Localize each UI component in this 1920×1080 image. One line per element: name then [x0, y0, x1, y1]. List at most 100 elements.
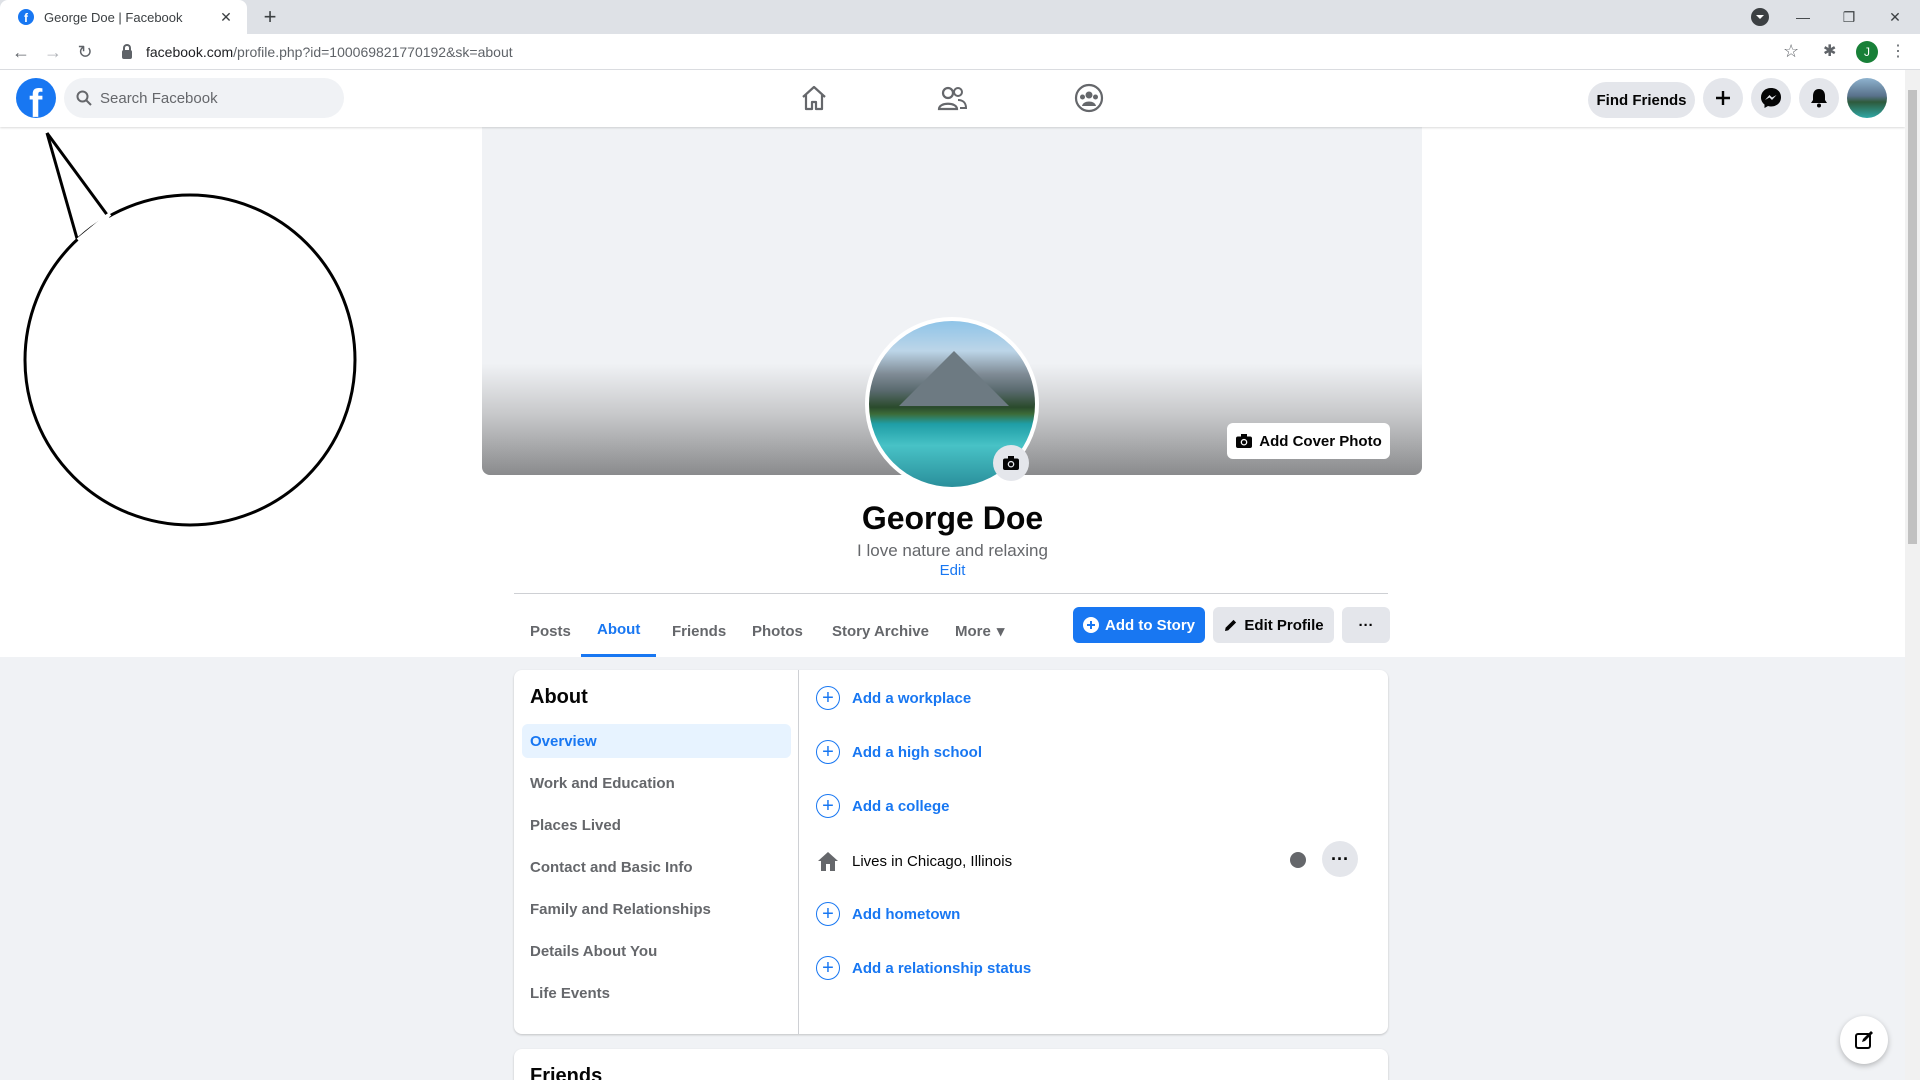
profile-bio: I love nature and relaxing: [857, 541, 1048, 560]
url-path: /profile.php?id=100069821770192&sk=about: [233, 44, 513, 60]
globe-icon[interactable]: [1290, 852, 1306, 868]
search-icon: [76, 90, 92, 106]
extensions-icon[interactable]: ✱: [1823, 41, 1836, 61]
update-profile-picture-button[interactable]: [993, 445, 1029, 481]
plus-circle-icon: +: [816, 794, 840, 818]
camera-icon: [1236, 434, 1253, 448]
tab-about[interactable]: About: [581, 605, 657, 657]
friends-section-title: Friends: [530, 1065, 603, 1080]
mountain-shape: [899, 351, 1009, 406]
edit-bio-link[interactable]: Edit: [0, 562, 1905, 579]
minimize-button[interactable]: —: [1780, 0, 1826, 34]
facebook-header: f Find Friends: [0, 70, 1905, 127]
tab-search-icon[interactable]: [1751, 8, 1769, 26]
add-relationship-link[interactable]: Add a relationship status: [852, 960, 1031, 977]
url-domain: facebook.com: [146, 44, 234, 60]
browser-menu-icon[interactable]: ⋮: [1890, 41, 1906, 61]
house-icon: [818, 852, 838, 871]
tab-story-archive[interactable]: Story Archive: [832, 605, 929, 657]
search-input[interactable]: [100, 89, 320, 107]
about-nav-overview[interactable]: Overview: [522, 724, 791, 758]
address-bar[interactable]: facebook.com/profile.php?id=100069821770…: [110, 38, 1796, 66]
plus-circle-icon: +: [816, 686, 840, 710]
add-cover-photo-label: Add Cover Photo: [1259, 432, 1382, 450]
lives-in-text: Lives in Chicago, Illinois: [852, 853, 1012, 870]
about-nav-places-lived[interactable]: Places Lived: [522, 808, 791, 842]
reload-icon[interactable]: ↻: [73, 40, 97, 64]
lives-in-city[interactable]: Chicago, Illinois: [907, 853, 1012, 870]
add-hometown-row[interactable]: + Add hometown: [816, 896, 960, 932]
add-to-story-label: Add to Story: [1105, 616, 1195, 634]
add-high-school-link[interactable]: Add a high school: [852, 744, 982, 761]
add-workplace-link[interactable]: Add a workplace: [852, 690, 971, 707]
tab-photos[interactable]: Photos: [752, 605, 803, 657]
about-nav-details[interactable]: Details About You: [522, 934, 791, 968]
profile-options-button[interactable]: ···: [1342, 607, 1390, 643]
tab-friends[interactable]: Friends: [672, 605, 726, 657]
add-cover-photo-button[interactable]: Add Cover Photo: [1227, 423, 1390, 459]
url-text: facebook.com/profile.php?id=100069821770…: [146, 44, 513, 60]
plus-circle-icon: +: [816, 956, 840, 980]
back-icon[interactable]: ←: [9, 40, 33, 64]
notifications-button[interactable]: [1799, 78, 1839, 118]
tab-title: George Doe | Facebook: [44, 9, 183, 25]
forward-icon[interactable]: →: [41, 40, 65, 64]
bookmark-star-icon[interactable]: ☆: [1783, 41, 1799, 62]
browser-tab[interactable]: f George Doe | Facebook ✕: [0, 0, 247, 34]
about-title: About: [530, 686, 588, 708]
about-nav-contact-info[interactable]: Contact and Basic Info: [522, 850, 791, 884]
facebook-favicon-icon: f: [18, 9, 34, 25]
account-avatar[interactable]: [1847, 78, 1887, 118]
plus-icon: [1716, 91, 1730, 105]
about-nav-work-education[interactable]: Work and Education: [522, 766, 791, 800]
camera-icon: [1003, 456, 1019, 470]
plus-circle-icon: +: [816, 740, 840, 764]
logo-letter: f: [29, 82, 43, 118]
new-message-button[interactable]: [1840, 1016, 1888, 1064]
messenger-button[interactable]: [1751, 78, 1791, 118]
lives-in-row: Lives in Chicago, Illinois: [816, 843, 1012, 879]
add-hometown-link[interactable]: Add hometown: [852, 906, 960, 923]
tab-more-label: More: [955, 622, 991, 640]
browser-toolbar: ← → ↻ facebook.com/profile.php?id=100069…: [0, 34, 1920, 70]
find-friends-button[interactable]: Find Friends: [1588, 82, 1695, 118]
plus-circle-icon: +: [816, 902, 840, 926]
page-scrollbar[interactable]: [1905, 70, 1920, 1080]
add-high-school-row[interactable]: + Add a high school: [816, 734, 982, 770]
browser-profile-avatar[interactable]: J: [1856, 41, 1878, 63]
browser-tab-bar: f George Doe | Facebook ✕ + — ❐ ✕: [0, 0, 1920, 34]
add-relationship-row[interactable]: + Add a relationship status: [816, 950, 1031, 986]
new-tab-button[interactable]: +: [258, 5, 282, 29]
add-workplace-row[interactable]: + Add a workplace: [816, 680, 971, 716]
chevron-down-icon: ▾: [996, 623, 1005, 640]
home-icon[interactable]: [798, 82, 830, 114]
facebook-page: f Find Friends Add Cover Photo: [0, 70, 1905, 1080]
profile-divider: [514, 593, 1388, 594]
tab-more[interactable]: More ▾: [955, 605, 1004, 657]
about-nav-family-relationships[interactable]: Family and Relationships: [522, 892, 791, 926]
restore-button[interactable]: ❐: [1826, 0, 1872, 34]
plus-circle-icon: [1083, 617, 1099, 633]
scrollbar-thumb[interactable]: [1908, 90, 1917, 544]
lives-in-prefix: Lives in: [852, 852, 908, 870]
bell-icon: [1811, 89, 1827, 108]
about-nav-life-events[interactable]: Life Events: [522, 976, 791, 1010]
tab-close-icon[interactable]: ✕: [217, 9, 235, 26]
search-box[interactable]: [64, 78, 344, 118]
about-sidebar: About Overview Work and Education Places…: [514, 670, 799, 1034]
add-college-link[interactable]: Add a college: [852, 798, 950, 815]
lock-icon: [122, 43, 132, 59]
add-college-row[interactable]: + Add a college: [816, 788, 950, 824]
add-to-story-button[interactable]: Add to Story: [1073, 607, 1205, 643]
lives-in-options-button[interactable]: ···: [1322, 841, 1358, 877]
edit-profile-button[interactable]: Edit Profile: [1213, 607, 1334, 643]
create-button[interactable]: [1703, 78, 1743, 118]
friends-icon[interactable]: [936, 82, 968, 114]
messenger-icon: [1761, 88, 1781, 108]
tab-posts[interactable]: Posts: [530, 605, 571, 657]
groups-icon[interactable]: [1073, 82, 1105, 114]
profile-name: George Doe: [861, 500, 1044, 536]
facebook-logo-icon[interactable]: f: [16, 78, 56, 118]
about-card: About Overview Work and Education Places…: [514, 670, 1388, 1034]
close-window-button[interactable]: ✕: [1872, 0, 1918, 34]
